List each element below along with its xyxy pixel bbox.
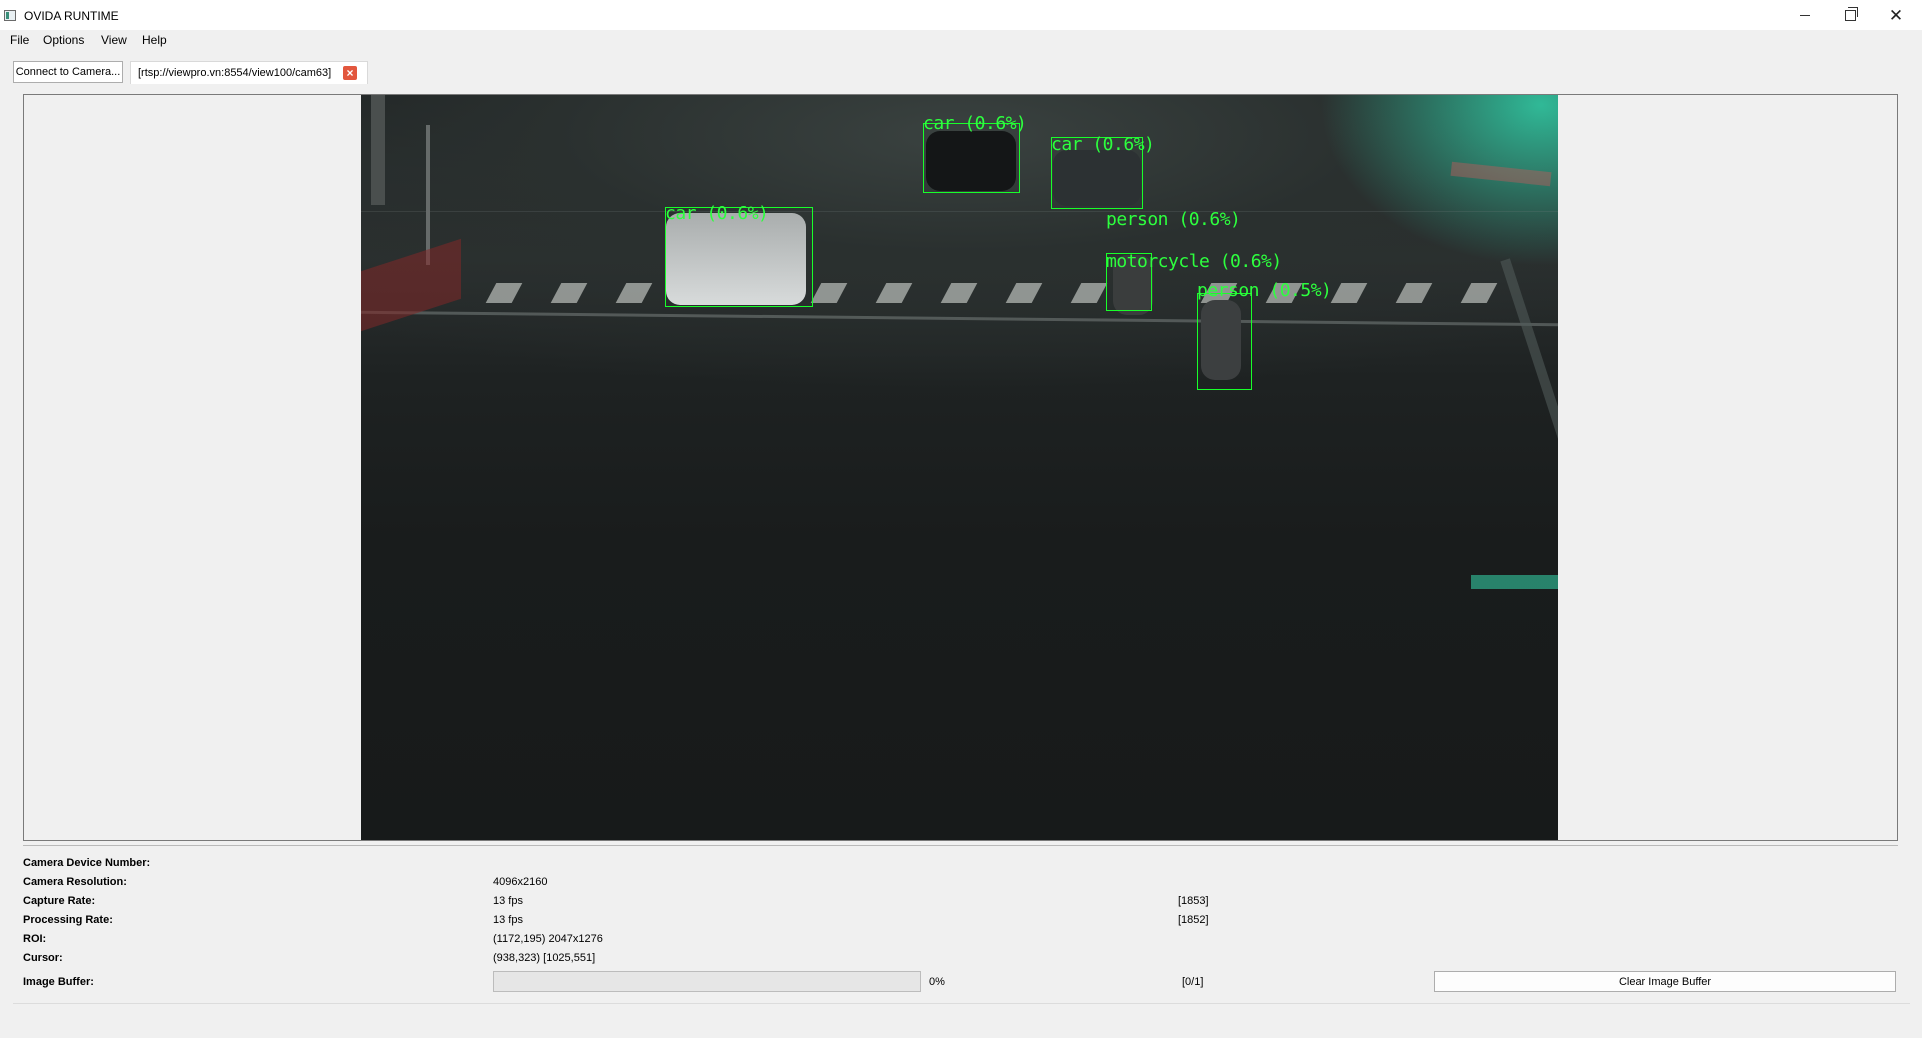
detection-label: person (0.6%): [1106, 209, 1241, 230]
crosswalk-stripe: [550, 283, 588, 303]
image-buffer-count: [0/1]: [1182, 976, 1204, 988]
crosswalk-stripe: [1395, 283, 1433, 303]
image-buffer-label: Image Buffer:: [23, 976, 94, 988]
detection-label: person (0.5%): [1197, 280, 1332, 301]
crosswalk-stripe: [1330, 283, 1368, 303]
pole: [371, 95, 385, 205]
crosswalk-stripe: [875, 283, 913, 303]
camera-device-label: Camera Device Number:: [23, 857, 151, 869]
close-window-button[interactable]: ✕: [1873, 0, 1919, 30]
cursor-value: (938,323) [1025,551]: [493, 952, 596, 964]
clear-image-buffer-button[interactable]: Clear Image Buffer: [1434, 971, 1896, 992]
menu-help[interactable]: Help: [142, 33, 167, 47]
menu-view[interactable]: View: [101, 33, 127, 47]
capture-frame-count: [1853]: [1178, 895, 1209, 907]
railing: [1500, 258, 1558, 452]
connect-camera-button[interactable]: Connect to Camera...: [13, 61, 123, 83]
close-icon[interactable]: ×: [343, 66, 357, 80]
camera-resolution-label: Camera Resolution:: [23, 876, 127, 888]
roi-label: ROI:: [23, 933, 47, 945]
menu-file[interactable]: File: [10, 33, 29, 47]
panel-separator: [23, 845, 1898, 846]
cursor-label: Cursor:: [23, 952, 63, 964]
camera-resolution-value: 4096x2160: [493, 876, 548, 888]
crosswalk-stripe: [1460, 283, 1498, 303]
processing-rate-value: 13 fps: [493, 914, 523, 926]
curb-right: [1450, 161, 1552, 187]
crosswalk-stripe: [615, 283, 653, 303]
window-title: OVIDA RUNTIME: [24, 9, 119, 23]
processing-rate-label: Processing Rate:: [23, 914, 113, 926]
crosswalk-stripe: [1070, 283, 1108, 303]
image-buffer-progress: [493, 971, 921, 992]
capture-rate-label: Capture Rate:: [23, 895, 96, 907]
status-strip: [13, 1003, 1910, 1004]
detection-label: car (0.6%): [1051, 134, 1155, 155]
image-buffer-percent: 0%: [929, 976, 945, 988]
minimize-icon: [1800, 14, 1810, 16]
lane-marker: [1471, 575, 1558, 589]
roi-value: (1172,195) 2047x1276: [493, 933, 603, 945]
title-bar: OVIDA RUNTIME ✕: [0, 0, 1922, 30]
app-icon: [4, 10, 16, 21]
curb: [361, 238, 461, 332]
camera-feed[interactable]: car (0.6%) car (0.6%) car (0.6%) person …: [361, 95, 1558, 840]
road-marking: [361, 310, 1558, 327]
tab-label: [rtsp://viewpro.vn:8554/view100/cam63]: [138, 67, 332, 79]
crosswalk-stripe: [1005, 283, 1043, 303]
detection-box: [1197, 293, 1252, 390]
minimize-button[interactable]: [1782, 0, 1828, 30]
tab-camera-stream[interactable]: [rtsp://viewpro.vn:8554/view100/cam63] ×: [130, 61, 368, 84]
menu-bar: File Options View Help: [0, 30, 1922, 50]
maximize-button[interactable]: [1827, 0, 1873, 30]
road-edge: [361, 211, 1558, 212]
restore-icon: [1844, 6, 1858, 21]
processing-frame-count: [1852]: [1178, 914, 1209, 926]
capture-rate-value: 13 fps: [493, 895, 523, 907]
sign-post: [426, 125, 430, 265]
menu-options[interactable]: Options: [43, 33, 84, 47]
crosswalk-stripe: [940, 283, 978, 303]
detection-label: car (0.6%): [923, 113, 1027, 134]
crosswalk-stripe: [485, 283, 523, 303]
detection-label: motorcycle (0.6%): [1106, 251, 1282, 272]
close-icon: ✕: [1888, 5, 1904, 25]
crosswalk-stripe: [810, 283, 848, 303]
detection-label: car (0.6%): [665, 203, 769, 224]
video-viewer: car (0.6%) car (0.6%) car (0.6%) person …: [23, 94, 1898, 841]
